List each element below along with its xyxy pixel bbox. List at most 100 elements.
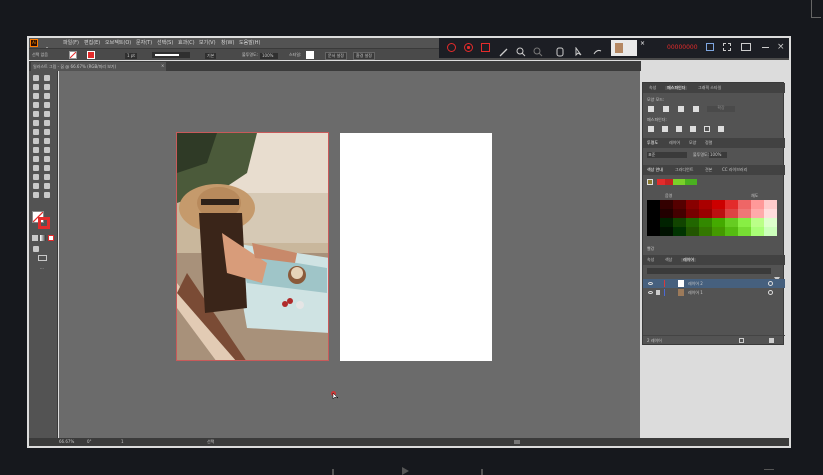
tab-transparency[interactable]: 투명도 xyxy=(647,141,658,145)
color-variation-swatch[interactable] xyxy=(764,209,777,218)
stroke-weight[interactable]: 1 pt xyxy=(125,53,137,59)
expand-button[interactable]: 확장 xyxy=(707,106,735,112)
zoom-level[interactable]: 66.67% xyxy=(59,440,74,444)
gradient-tool-icon[interactable] xyxy=(44,156,50,162)
preferences-button[interactable]: 환경 설정 xyxy=(353,52,375,60)
color-variation-swatch[interactable] xyxy=(686,227,699,236)
exclude-icon[interactable] xyxy=(693,106,699,112)
menu-view[interactable]: 보기(V) xyxy=(199,41,216,46)
hand-icon[interactable] xyxy=(592,42,602,55)
tab-gradient[interactable]: 그라디언트 xyxy=(675,168,693,172)
color-variation-swatch[interactable] xyxy=(725,227,738,236)
slice-tool-icon[interactable] xyxy=(44,183,50,189)
menu-type[interactable]: 문자(T) xyxy=(136,41,152,46)
color-variation-swatch[interactable] xyxy=(725,218,738,227)
color-variation-swatch[interactable] xyxy=(764,218,777,227)
color-variation-swatch[interactable] xyxy=(686,209,699,218)
none-mode-icon[interactable] xyxy=(48,235,54,241)
crop-shape-icon[interactable] xyxy=(690,126,696,132)
menu-effect[interactable]: 효과(C) xyxy=(178,41,195,46)
color-variation-swatch[interactable] xyxy=(738,218,751,227)
blank-artboard[interactable] xyxy=(340,133,492,361)
hand-tool-icon[interactable] xyxy=(33,192,39,198)
color-mode-icon[interactable] xyxy=(32,235,38,241)
photo-artboard[interactable] xyxy=(176,132,329,361)
tab-swatches[interactable]: 견본 xyxy=(705,168,712,172)
base-color-swatch[interactable] xyxy=(647,179,653,185)
layer-name[interactable]: 레이어 1 xyxy=(688,291,703,295)
layer-row-2[interactable]: 레이어 2 xyxy=(643,279,785,288)
color-variation-swatch[interactable] xyxy=(647,200,660,209)
rotate-angle[interactable]: 0° xyxy=(87,440,92,444)
color-variation-swatch[interactable] xyxy=(725,200,738,209)
artboard-number[interactable]: 1 xyxy=(121,440,124,444)
document-tab[interactable]: 일러스트 그림 - 꿈 @ 66.67% (RGB/미리 보기) × xyxy=(31,62,166,71)
minus-front-icon[interactable] xyxy=(663,106,669,112)
color-variation-swatch[interactable] xyxy=(738,209,751,218)
stroke-color-icon[interactable] xyxy=(38,217,50,229)
perspective-tool-icon[interactable] xyxy=(44,147,50,153)
pen-tool-icon[interactable] xyxy=(33,93,39,99)
tab-layers[interactable]: 레이어 xyxy=(681,258,697,262)
eraser-tool-icon[interactable] xyxy=(44,120,50,126)
color-variation-swatch[interactable] xyxy=(751,218,764,227)
crop-icon[interactable] xyxy=(706,43,714,51)
color-variation-swatch[interactable] xyxy=(712,200,725,209)
filter-icon[interactable] xyxy=(774,268,780,283)
color-variation-swatch[interactable] xyxy=(712,209,725,218)
tab-properties[interactable]: 속성 xyxy=(649,86,656,90)
color-variation-swatch[interactable] xyxy=(699,227,712,236)
tab-layers-top[interactable]: 레이어 xyxy=(669,141,680,145)
record-icon[interactable] xyxy=(464,43,473,52)
blend-tool-icon[interactable] xyxy=(44,165,50,171)
tab-cc-libraries[interactable]: CC 라이브러리 xyxy=(722,168,747,172)
divide-icon[interactable] xyxy=(648,126,654,132)
color-variation-swatch[interactable] xyxy=(660,218,673,227)
free-transform-tool-icon[interactable] xyxy=(44,138,50,144)
color-variation-swatch[interactable] xyxy=(712,218,725,227)
lasso-tool-icon[interactable] xyxy=(44,84,50,90)
screenshot-icon[interactable] xyxy=(481,43,490,52)
selection-tool-icon[interactable] xyxy=(33,75,39,81)
style-swatch[interactable] xyxy=(306,51,314,59)
symbol-sprayer-tool-icon[interactable] xyxy=(33,174,39,180)
unite-icon[interactable] xyxy=(648,106,654,112)
tab-color[interactable]: 색상 xyxy=(665,258,672,262)
skip-forward-icon[interactable] xyxy=(475,469,483,475)
transparency-opacity-input[interactable]: 100% xyxy=(709,152,727,158)
pencil-tool-icon[interactable] xyxy=(33,120,39,126)
magic-wand-tool-icon[interactable] xyxy=(33,84,39,90)
stroke-swatch[interactable] xyxy=(87,51,95,59)
intersect-icon[interactable] xyxy=(678,106,684,112)
rectangle-tool-icon[interactable] xyxy=(33,111,39,117)
color-variation-swatch[interactable] xyxy=(712,227,725,236)
target-circle-icon[interactable] xyxy=(768,290,773,295)
tab-pathfinder[interactable]: 패스파인더 xyxy=(665,86,688,90)
scale-tool-icon[interactable] xyxy=(44,129,50,135)
webcam-thumbnail[interactable] xyxy=(611,40,637,56)
color-variation-swatch[interactable] xyxy=(673,227,686,236)
layers-search-input[interactable] xyxy=(647,268,771,274)
line-tool-icon[interactable] xyxy=(44,102,50,108)
color-variation-swatch[interactable] xyxy=(686,218,699,227)
color-variation-swatch[interactable] xyxy=(699,209,712,218)
brush-definition[interactable]: 기본 xyxy=(205,53,217,59)
harmony-strip[interactable] xyxy=(657,179,697,185)
tab-color-guide[interactable]: 색상 안내 xyxy=(647,168,663,172)
type-tool-icon[interactable] xyxy=(33,102,39,108)
shape-builder-tool-icon[interactable] xyxy=(33,147,39,153)
close-icon[interactable]: × xyxy=(640,41,646,47)
color-variation-swatch[interactable] xyxy=(699,200,712,209)
color-variation-swatch[interactable] xyxy=(764,227,777,236)
tab-graphic-styles[interactable]: 그래픽 스타일 xyxy=(698,86,721,90)
canvas[interactable] xyxy=(59,71,640,443)
pointer-icon[interactable] xyxy=(574,42,584,57)
color-variation-swatch[interactable] xyxy=(660,227,673,236)
fullscreen-icon[interactable] xyxy=(764,469,774,475)
menu-file[interactable]: 파일(F) xyxy=(63,41,79,46)
color-variation-swatch[interactable] xyxy=(673,218,686,227)
color-variation-swatch[interactable] xyxy=(725,209,738,218)
tab-attributes[interactable]: 속성 xyxy=(647,258,654,262)
doc-setup-button[interactable]: 문서 설정 xyxy=(325,52,347,60)
menu-object[interactable]: 오브젝트(O) xyxy=(105,41,131,46)
